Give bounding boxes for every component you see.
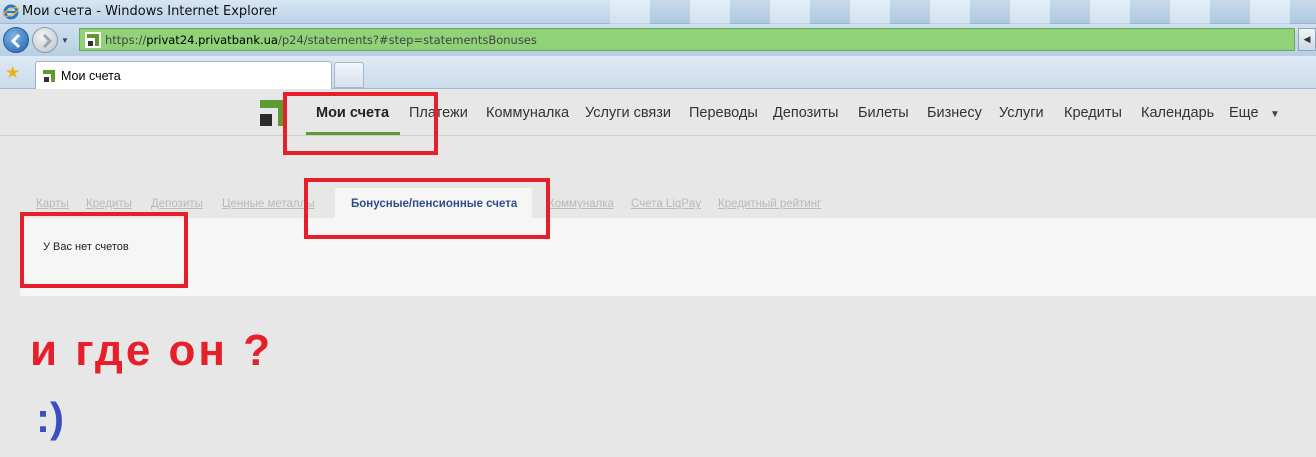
window-title: Мои счета - Windows Internet Explorer [22, 4, 278, 19]
annotation-smiley-text: :) [36, 394, 64, 441]
arrow-right-icon [42, 33, 53, 49]
url-host: privat24.privatbank.ua [146, 33, 278, 47]
main-navigation: Мои счета Платежи Коммуналка Услуги связ… [0, 90, 1316, 136]
subtab-karty[interactable]: Карты [36, 198, 69, 210]
tab-bar: ★ Мои счета [0, 56, 1316, 89]
url-scheme: https:// [105, 33, 147, 47]
nav-item-uslugi[interactable]: Услуги [999, 105, 1044, 121]
tab-moi-scheta[interactable]: Мои счета [35, 61, 332, 89]
scroll-left-button[interactable]: ◀ [1298, 28, 1316, 51]
subtab-tsennye-metally[interactable]: Ценные металлы [222, 198, 315, 210]
nav-item-kommunalka[interactable]: Коммуналка [486, 105, 569, 121]
subtab-kreditnyi-reiting[interactable]: Кредитный рейтинг [718, 198, 821, 210]
nav-item-biznesu[interactable]: Бизнесу [927, 105, 982, 121]
privatbank-favicon-icon [41, 68, 57, 84]
annotation-question-text: и где он ? [30, 326, 274, 375]
nav-item-perevody[interactable]: Переводы [689, 105, 758, 121]
accounts-panel: У Вас нет счетов [20, 218, 1316, 296]
chevron-down-icon[interactable]: ▼ [1270, 109, 1280, 120]
subtab-scheta-liqpay[interactable]: Счета LiqPay [631, 198, 701, 210]
forward-button[interactable] [32, 27, 58, 53]
nav-item-eshche[interactable]: Еще [1229, 105, 1259, 121]
nav-item-kalendar[interactable]: Календарь [1141, 105, 1214, 121]
page-content: Мои счета Платежи Коммуналка Услуги связ… [0, 90, 1316, 457]
nav-item-uslugi-svyazi[interactable]: Услуги связи [585, 105, 671, 121]
annotation-box-message [20, 212, 188, 288]
nav-item-kredity[interactable]: Кредиты [1064, 105, 1122, 121]
tab-label: Мои счета [61, 69, 121, 83]
privatbank-favicon-icon [85, 32, 101, 48]
subtab-depozity[interactable]: Депозиты [151, 198, 203, 210]
favorites-star-icon[interactable]: ★ [5, 63, 20, 83]
annotation-box-main-nav [283, 92, 438, 155]
new-tab-button[interactable] [334, 62, 364, 88]
url-path: /p24/statements?#step=statementsBonuses [277, 33, 537, 47]
nav-item-depozity[interactable]: Депозиты [773, 105, 838, 121]
subtab-kredity[interactable]: Кредиты [86, 198, 132, 210]
recent-pages-dropdown-icon[interactable]: ▼ [61, 36, 69, 45]
url-text[interactable]: https://privat24.privatbank.ua/p24/state… [105, 33, 537, 47]
address-bar[interactable]: https://privat24.privatbank.ua/p24/state… [79, 28, 1295, 51]
title-bar-background [610, 0, 1316, 24]
internet-explorer-icon [3, 4, 19, 20]
address-toolbar: ▼ https://privat24.privatbank.ua/p24/sta… [0, 24, 1316, 56]
back-button[interactable] [3, 27, 29, 53]
nav-item-bilety[interactable]: Билеты [858, 105, 909, 121]
annotation-box-subtab [304, 178, 550, 239]
arrow-left-icon [10, 33, 21, 49]
subtab-kommunalka[interactable]: Коммуналка [548, 198, 614, 210]
window-title-bar: Мои счета - Windows Internet Explorer [0, 0, 1316, 24]
